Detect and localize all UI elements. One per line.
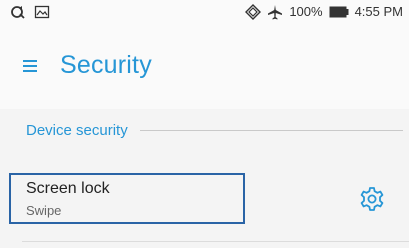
do-not-disturb-icon <box>245 4 262 20</box>
status-right-area: 100% 4:55 PM <box>245 4 403 20</box>
sync-notification-icon <box>10 4 26 20</box>
battery-icon <box>329 6 349 18</box>
section-title: Device security <box>26 122 128 139</box>
page-title: Security <box>60 51 152 79</box>
section-header-device-security: Device security <box>26 122 409 139</box>
status-left-icons <box>10 4 50 20</box>
list-divider <box>22 241 409 242</box>
screen: 100% 4:55 PM Security Device security Sc… <box>0 0 409 248</box>
airplane-mode-icon <box>267 4 283 20</box>
screen-lock-settings-button[interactable] <box>358 185 386 213</box>
screen-lock-title: Screen lock <box>26 180 110 197</box>
battery-percent: 100% <box>289 4 323 19</box>
menu-button[interactable] <box>20 55 42 77</box>
gear-icon <box>358 187 386 217</box>
status-bar: 100% 4:55 PM <box>0 0 409 25</box>
screen-lock-subtitle: Swipe <box>26 203 62 218</box>
hamburger-menu-icon <box>20 60 42 81</box>
section-divider-line <box>139 130 403 131</box>
screen-lock-row[interactable]: Screen lock Swipe <box>0 172 409 228</box>
app-bar: Security <box>0 25 409 109</box>
clock: 4:55 PM <box>354 4 403 19</box>
image-notification-icon <box>34 4 50 20</box>
